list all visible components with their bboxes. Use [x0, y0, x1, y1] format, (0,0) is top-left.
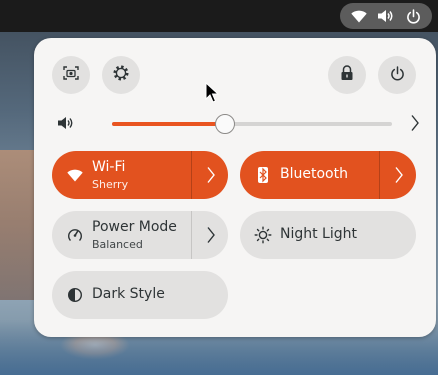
settings-icon [112, 64, 130, 86]
volume-slider-handle[interactable] [215, 114, 235, 134]
toggle-divider [191, 211, 192, 259]
screenshot-button[interactable] [52, 56, 90, 94]
power-icon [405, 8, 423, 24]
bluetooth-icon [254, 166, 272, 184]
quick-settings-panel: Wi-Fi Sherry Bluetooth Power Mode Balanc… [34, 38, 436, 337]
wifi-icon [66, 166, 84, 184]
system-tray-button[interactable] [340, 3, 432, 29]
dark-style-label: Dark Style [92, 286, 165, 302]
power-mode-toggle[interactable]: Power Mode Balanced [52, 211, 228, 259]
screenshot-icon [63, 65, 79, 85]
wifi-network-name: Sherry [92, 178, 129, 191]
wifi-icon [350, 8, 368, 24]
power-mode-icon [66, 226, 84, 244]
power-mode-value: Balanced [92, 238, 143, 251]
lock-button[interactable] [328, 56, 366, 94]
mouse-pointer-icon [205, 82, 219, 103]
volume-row [52, 112, 422, 134]
volume-icon [57, 115, 75, 131]
settings-button[interactable] [102, 56, 140, 94]
top-bar [0, 0, 438, 32]
bluetooth-label: Bluetooth [280, 166, 348, 182]
wifi-menu-arrow[interactable] [206, 166, 218, 184]
dark-style-icon [66, 286, 84, 304]
volume-slider-fill [112, 122, 224, 126]
power-mode-label: Power Mode [92, 219, 177, 235]
toggle-divider [191, 151, 192, 199]
sun-icon [254, 226, 272, 244]
night-light-toggle[interactable]: Night Light [240, 211, 416, 259]
bluetooth-menu-arrow[interactable] [394, 166, 406, 184]
night-light-label: Night Light [280, 226, 357, 242]
toggle-divider [379, 151, 380, 199]
wifi-label: Wi-Fi [92, 159, 126, 175]
power-off-button[interactable] [378, 56, 416, 94]
power-mode-menu-arrow[interactable] [206, 226, 218, 244]
volume-icon [377, 8, 395, 24]
wifi-toggle[interactable]: Wi-Fi Sherry [52, 151, 228, 199]
power-icon [390, 65, 405, 85]
audio-output-menu-arrow[interactable] [410, 114, 422, 132]
bluetooth-toggle[interactable]: Bluetooth [240, 151, 416, 199]
dark-style-toggle[interactable]: Dark Style [52, 271, 228, 319]
lock-icon [340, 65, 354, 85]
volume-slider[interactable] [112, 114, 392, 134]
